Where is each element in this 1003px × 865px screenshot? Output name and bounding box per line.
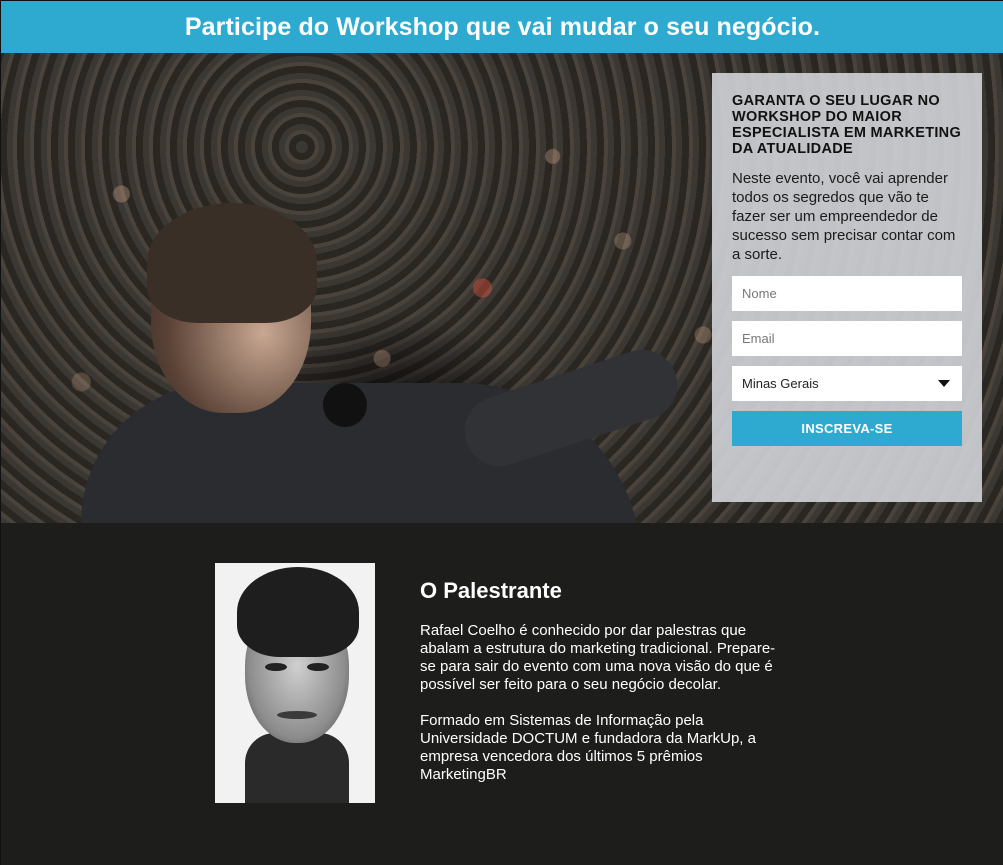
form-heading: GARANTA O SEU LUGAR NO WORKSHOP DO MAIOR… [732,93,962,157]
microphone-icon [323,383,367,427]
portrait-mustache [277,711,317,719]
portrait-hair [237,567,359,657]
caret-down-icon [938,380,950,387]
speaker-title: O Palestrante [420,578,562,603]
form-description: Neste evento, você vai aprender todos os… [732,170,956,263]
speaker-bio-2: Formado em Sistemas de Informação pela U… [420,712,756,783]
subscribe-button[interactable]: INSCREVA-SE [732,411,962,446]
speaker-section: O Palestrante Rafael Coelho é conhecido … [1,523,1003,865]
speaker-bio-1: Rafael Coelho é conhecido por dar palest… [420,622,776,693]
header-bar: Participe do Workshop que vai mudar o se… [1,1,1003,53]
speaker-hair [147,203,317,323]
name-input[interactable] [732,276,962,311]
signup-form: GARANTA O SEU LUGAR NO WORKSHOP DO MAIOR… [712,73,982,502]
page-title: Participe do Workshop que vai mudar o se… [184,12,821,41]
portrait-eye-right [307,663,329,671]
portrait-neck [245,733,349,803]
speaker-info: O Palestrante Rafael Coelho é conhecido … [420,578,790,784]
portrait-eye-left [265,663,287,671]
state-select[interactable]: Minas Gerais [732,366,962,401]
state-select-value: Minas Gerais [742,376,819,391]
email-input[interactable] [732,321,962,356]
speaker-portrait [215,563,375,803]
